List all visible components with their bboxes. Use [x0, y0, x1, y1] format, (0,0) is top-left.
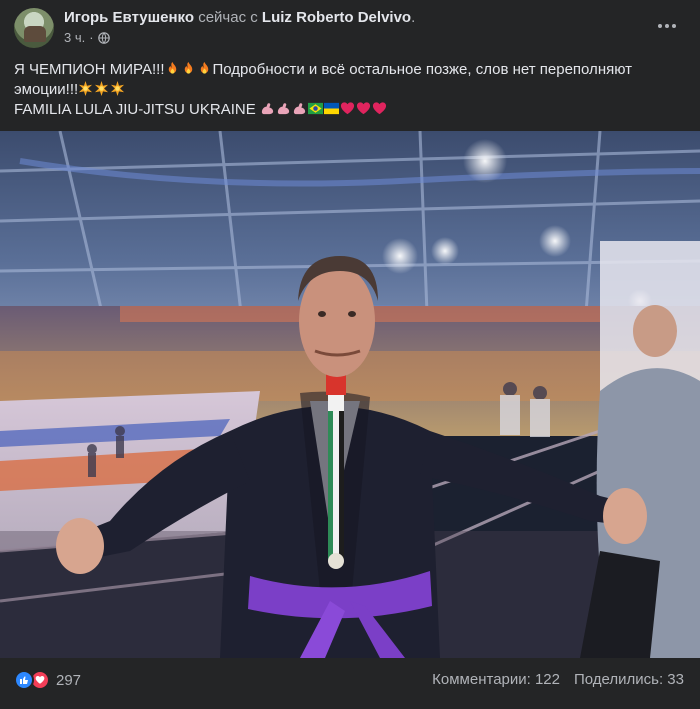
author-avatar[interactable]	[14, 8, 54, 48]
dot-icon	[665, 24, 669, 28]
post-text-emotions: эмоции!!!	[14, 81, 79, 98]
brazil-flag-emoji-icon	[307, 102, 323, 115]
post-meta: 3 ч. ·	[64, 30, 110, 45]
post-footer: 297 Комментарии: 122 Поделились: 33	[0, 658, 700, 709]
fire-emoji-icon	[184, 61, 192, 74]
author-name[interactable]: Игорь Евтушенко	[64, 9, 194, 26]
thumbs-up-icon	[20, 676, 28, 684]
like-reaction-icon	[14, 670, 34, 690]
post-text-continued: Подробности и всё остальное позже, слов …	[212, 61, 633, 78]
team-name: FAMILIA LULA JIU-JITSU UKRAINE	[14, 101, 256, 118]
post-text-line-1: Я ЧЕМПИОН МИРА!!! Подробности и всё остал…	[14, 60, 686, 80]
meta-separator: ·	[89, 30, 94, 45]
post-header: Игорь Евтушенко сейчас с Luiz Roberto De…	[0, 0, 700, 52]
more-options-button[interactable]	[652, 14, 682, 38]
flexed-biceps-emoji-icon	[293, 103, 306, 115]
author-line: Игорь Евтушенко сейчас с Luiz Roberto De…	[64, 9, 415, 26]
collision-emoji-icon	[95, 81, 109, 96]
with-text: сейчас с	[198, 9, 258, 26]
red-heart-emoji-icon	[372, 102, 386, 115]
post-time[interactable]: 3 ч.	[64, 30, 85, 45]
comments-count-link[interactable]: Комментарии: 122	[432, 671, 560, 688]
facebook-post: Игорь Евтушенко сейчас с Luiz Roberto De…	[0, 0, 700, 709]
post-photo[interactable]	[0, 131, 700, 658]
collision-emoji-icon	[111, 81, 125, 96]
tagged-suffix: .	[411, 9, 416, 26]
red-heart-emoji-icon	[356, 102, 370, 115]
engagement-stats: Комментарии: 122 Поделились: 33	[432, 671, 684, 688]
post-text-line-3: FAMILIA LULA JIU-JITSU UKRAINE	[14, 100, 686, 120]
dot-icon	[658, 24, 662, 28]
globe-icon[interactable]	[97, 31, 110, 44]
post-text-start: Я ЧЕМПИОН МИРА!!!	[14, 61, 165, 78]
ukraine-flag-emoji-icon	[323, 102, 339, 115]
reactions-summary[interactable]: 297	[14, 670, 81, 690]
post-text-line-2: эмоции!!!	[14, 80, 686, 100]
tagged-person-name[interactable]: Luiz Roberto Delvivo	[262, 9, 411, 26]
fire-emoji-icon	[200, 61, 208, 74]
collision-emoji-icon	[79, 81, 93, 96]
reaction-count: 297	[56, 671, 82, 689]
flexed-biceps-emoji-icon	[261, 103, 274, 115]
fire-emoji-icon	[168, 61, 176, 74]
heart-icon	[35, 675, 45, 684]
dot-icon	[672, 24, 676, 28]
shares-count-link[interactable]: Поделились: 33	[574, 671, 684, 688]
post-text: Я ЧЕМПИОН МИРА!!! Подробности и всё остал…	[14, 60, 686, 120]
arena-photo-illustration	[0, 131, 700, 658]
red-heart-emoji-icon	[340, 102, 354, 115]
flexed-biceps-emoji-icon	[277, 103, 290, 115]
